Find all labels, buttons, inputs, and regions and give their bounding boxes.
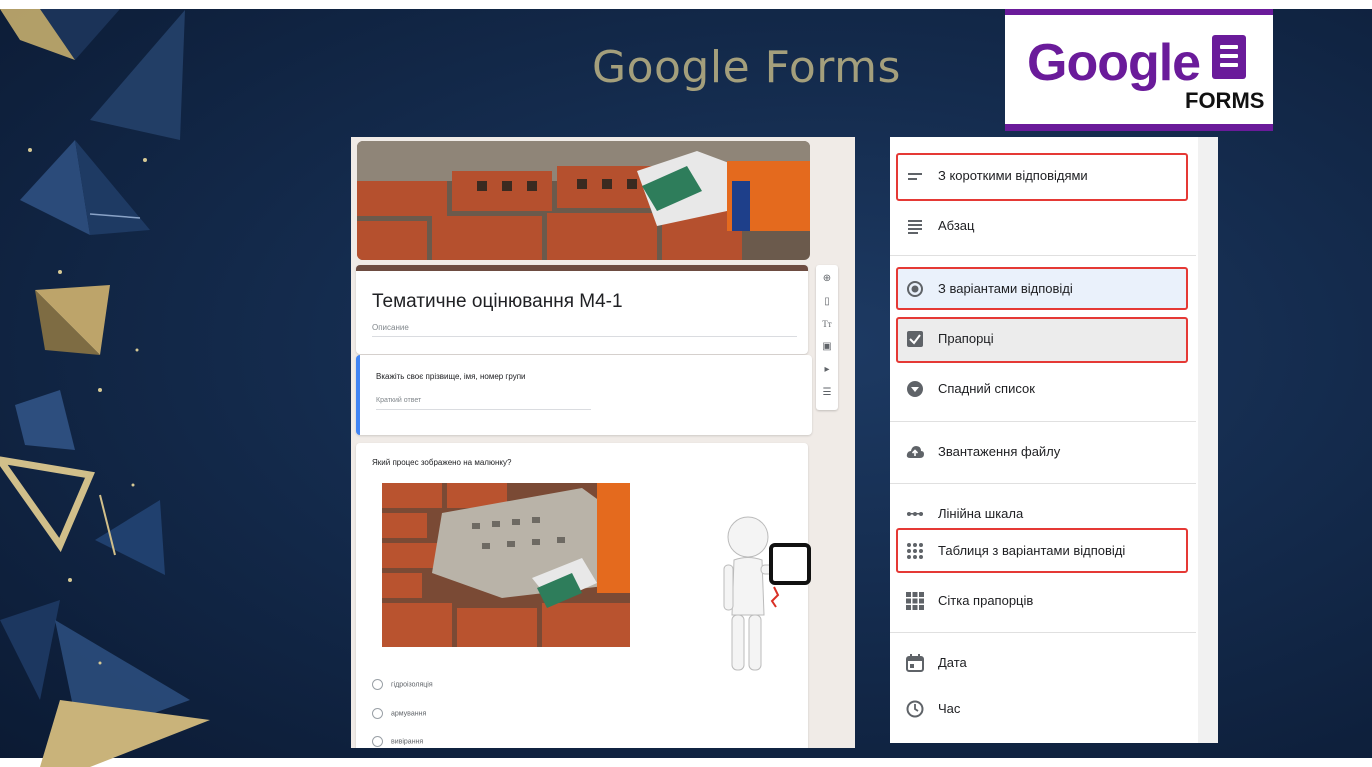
answer-underline (376, 409, 591, 410)
question-1-text: Вкажіть своє прізвище, імя, номер групи (376, 372, 526, 381)
menu-divider (890, 632, 1196, 633)
menu-divider (890, 421, 1196, 422)
decorative-shapes (0, 9, 210, 767)
paragraph-icon (906, 217, 924, 235)
menu-item-checkboxes[interactable]: Прапорці (890, 318, 1196, 360)
option-3[interactable]: вивірання (372, 736, 423, 747)
question-image (382, 483, 630, 647)
menu-item-checkbox-grid[interactable]: Сітка прапорців (890, 580, 1196, 622)
menu-scrollbar[interactable] (1198, 137, 1218, 743)
menu-item-multiple-choice[interactable]: З варіантами відповіді (890, 268, 1196, 310)
video-icon[interactable]: ▸ (816, 364, 838, 376)
menu-item-file-upload[interactable]: Звантаження файлу (890, 431, 1196, 473)
option-2[interactable]: армування (372, 708, 426, 719)
radio-icon (906, 280, 924, 298)
grid-icon (906, 592, 924, 610)
question-card-1[interactable]: Вкажіть своє прізвище, імя, номер групи … (356, 355, 812, 435)
form-header-image (357, 141, 810, 260)
menu-item-date[interactable]: Дата (890, 642, 1196, 684)
calendar-icon (906, 654, 924, 672)
radio-icon[interactable] (372, 708, 383, 719)
form-title-card[interactable]: Тематичне оцінювання М4-1 Описание (356, 265, 808, 354)
question-2-text: Який процес зображено на малюнку? (372, 458, 512, 467)
menu-item-label: Звантаження файлу (938, 444, 1061, 459)
short-answer-placeholder[interactable]: Краткий ответ (376, 397, 421, 404)
radio-icon[interactable] (372, 679, 383, 690)
form-title[interactable]: Тематичне оцінювання М4-1 (372, 291, 623, 313)
menu-item-label: Таблиця з варіантами відповіді (938, 543, 1126, 558)
menu-item-label: Прапорці (938, 331, 994, 346)
menu-item-label: Дата (938, 655, 967, 670)
form-description-field[interactable]: Описание (372, 323, 409, 332)
menu-item-label: Лінійна шкала (938, 506, 1024, 521)
menu-item-time[interactable]: Час (890, 688, 1196, 730)
option-label: армування (391, 710, 427, 718)
image-icon[interactable]: ▣ (816, 341, 838, 353)
section-icon[interactable]: ☰ (816, 387, 838, 399)
option-label: гідроізоляція (391, 681, 433, 689)
menu-item-label: Абзац (938, 218, 975, 233)
menu-divider (890, 483, 1196, 484)
checkbox-icon (906, 330, 924, 348)
menu-item-label: З варіантами відповіді (938, 281, 1073, 296)
linear-scale-icon (906, 505, 924, 523)
menu-item-linear-scale[interactable]: Лінійна шкала (890, 493, 1196, 535)
logo-forms-text: FORMS (1185, 88, 1265, 113)
menu-item-short-answer[interactable]: З короткими відповідями (890, 155, 1196, 197)
menu-item-label: Сітка прапорців (938, 593, 1034, 608)
stick-figure-illustration (716, 515, 816, 685)
forms-doc-icon (1212, 35, 1246, 79)
import-icon[interactable]: ▯ (816, 296, 838, 308)
form-editor-panel: Тематичне оцінювання М4-1 Описание Вкажі… (351, 137, 855, 748)
add-question-icon[interactable]: ⊕ (816, 273, 838, 285)
google-forms-logo: Google FORMS (1005, 9, 1273, 131)
menu-item-label: Спадний список (938, 381, 1035, 396)
slide-title: Google Forms (592, 42, 901, 93)
option-label: вивірання (391, 738, 424, 746)
menu-item-label: З короткими відповідями (938, 168, 1088, 183)
title-icon[interactable]: Tт (816, 318, 838, 330)
menu-item-label: Час (938, 701, 961, 716)
grid-dots-icon (906, 542, 924, 560)
dropdown-icon (906, 380, 924, 398)
upload-icon (906, 443, 924, 461)
menu-item-choice-grid[interactable]: Таблиця з варіантами відповіді (890, 530, 1196, 572)
option-1[interactable]: гідроізоляція (372, 679, 433, 690)
short-answer-icon (906, 167, 924, 185)
form-side-toolbar: ⊕ ▯ Tт ▣ ▸ ☰ (816, 265, 838, 410)
radio-icon[interactable] (372, 736, 383, 747)
menu-item-paragraph[interactable]: Абзац (890, 205, 1196, 247)
clock-icon (906, 700, 924, 718)
logo-word: Google (1027, 34, 1201, 92)
description-underline (372, 336, 797, 337)
menu-divider (890, 255, 1196, 256)
question-card-2[interactable]: Який процес зображено на малюнку? гідроі… (356, 443, 811, 748)
question-type-menu: З короткими відповідями Абзац З варіанта… (890, 137, 1218, 743)
menu-item-dropdown[interactable]: Спадний список (890, 368, 1196, 410)
